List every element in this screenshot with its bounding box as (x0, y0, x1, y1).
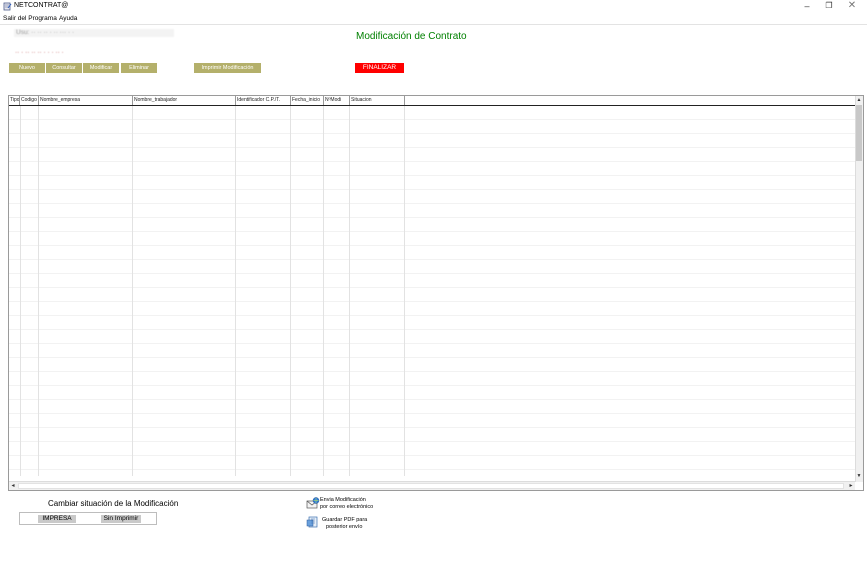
menu-bar: Salir del Programa Ayuda (0, 13, 867, 24)
change-status-label: Cambiar situación de la Modificación (48, 499, 179, 508)
company-info-line: ·· · ·· ·· ·· · · · ·· · (15, 49, 64, 56)
nuevo-button[interactable]: Nuevo (9, 63, 45, 73)
vertical-scroll-thumb[interactable] (856, 105, 862, 161)
minimize-button[interactable]: – (796, 0, 818, 12)
column-divider (38, 106, 39, 476)
column-divider (404, 106, 405, 476)
user-info-line: Usu: ·· ·· ·· · ·· ··· · · (14, 29, 174, 37)
impresa-button[interactable]: IMPRESA (38, 515, 76, 523)
pdf-save-icon[interactable] (306, 516, 320, 528)
consultar-button[interactable]: Consultar (46, 63, 82, 73)
send-email-link[interactable]: Envia Modificación por correo electrónic… (320, 497, 373, 511)
column-header-nombre-empresa[interactable]: Nombre_empresa (39, 96, 133, 105)
maximize-button[interactable]: ❐ (818, 0, 840, 12)
save-pdf-line-2: posterior envío (326, 524, 363, 530)
grid-header: Tipo Codigo Nombre_empresa Nombre_trabaj… (9, 96, 855, 106)
status-options-group: IMPRESA Sin Imprimir (19, 512, 157, 525)
menu-separator (0, 24, 867, 25)
finalizar-button[interactable]: FINALIZAR (355, 63, 404, 73)
menu-item-salir[interactable]: Salir del Programa (3, 14, 57, 23)
column-header-identificador[interactable]: Identificador C.P./T. (236, 96, 291, 105)
title-bar (0, 0, 867, 13)
column-header-nmodi[interactable]: NºModi (324, 96, 350, 105)
column-header-fecha-inicio[interactable]: Fecha_inicio (291, 96, 324, 105)
grid-body[interactable] (9, 106, 855, 476)
scroll-left-icon[interactable]: ◂ (9, 482, 17, 490)
column-header-situacion[interactable]: Situacion (350, 96, 405, 105)
column-divider (132, 106, 133, 476)
send-email-line-2: por correo electrónico (320, 504, 374, 510)
modificar-button[interactable]: Modificar (83, 63, 119, 73)
imprimir-modificacion-button[interactable]: Imprimir Modificación (194, 63, 261, 73)
column-divider (235, 106, 236, 476)
column-divider (349, 106, 350, 476)
close-button[interactable]: ✕ (841, 0, 863, 12)
eliminar-button[interactable]: Eliminar (121, 63, 157, 73)
menu-item-ayuda[interactable]: Ayuda (59, 14, 77, 23)
app-icon (3, 2, 12, 11)
column-divider (290, 106, 291, 476)
sin-imprimir-button[interactable]: Sin Imprimir (101, 515, 141, 523)
email-icon[interactable] (306, 497, 320, 509)
vertical-scrollbar[interactable]: ▲ ▼ (855, 96, 863, 482)
contracts-grid[interactable]: Tipo Codigo Nombre_empresa Nombre_trabaj… (8, 95, 864, 491)
column-header-tipo[interactable]: Tipo (9, 96, 20, 105)
scroll-up-icon[interactable]: ▲ (855, 96, 863, 104)
save-pdf-link[interactable]: Guardar PDF para posterior envío (322, 517, 367, 531)
horizontal-scrollbar[interactable]: ◂ ▸ (9, 481, 855, 490)
column-header-nombre-trabajador[interactable]: Nombre_trabajador (133, 96, 236, 105)
column-divider (323, 106, 324, 476)
scroll-right-icon[interactable]: ▸ (847, 482, 855, 490)
scroll-down-icon[interactable]: ▼ (855, 472, 863, 480)
send-email-line-1: Envia Modificación (320, 497, 366, 503)
column-header-codigo[interactable]: Codigo (20, 96, 39, 105)
column-divider (20, 106, 21, 476)
save-pdf-line-1: Guardar PDF para (322, 517, 368, 523)
page-title: Modificación de Contrato (356, 31, 467, 42)
window-title: NETCONTRAT@ (14, 2, 69, 9)
horizontal-scroll-thumb[interactable] (18, 483, 844, 489)
